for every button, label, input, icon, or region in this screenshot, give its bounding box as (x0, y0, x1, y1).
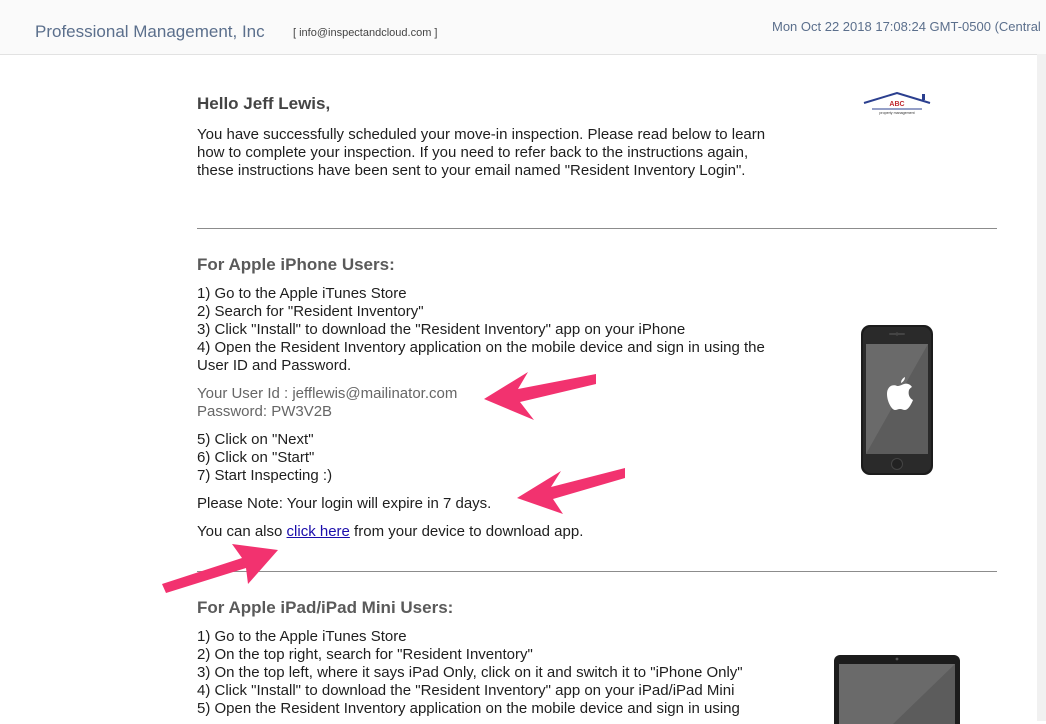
sender-email: [ info@inspectandcloud.com ] (293, 27, 438, 39)
list-item: 3) Click "Install" to download the "Resi… (197, 321, 686, 338)
abc-logo-icon: ABC property management (863, 92, 931, 115)
intro-paragraph: You have successfully scheduled your mov… (197, 126, 766, 179)
password: Password: PW3V2B (197, 403, 333, 420)
sender-name: Professional Management, Inc (35, 22, 265, 41)
ipad-steps: 1) Go to the Apple iTunes Store 2) On th… (197, 628, 797, 718)
iphone-steps: 1) Go to the Apple iTunes Store 2) Searc… (197, 285, 787, 375)
iphone-apple-icon (861, 325, 933, 475)
divider (197, 571, 997, 572)
user-id: Your User Id : jefflewis@mailinator.com (197, 385, 458, 402)
divider (197, 228, 997, 229)
download-suffix: from your device to download app. (349, 523, 584, 540)
list-item: 2) On the top right, search for "Residen… (197, 646, 533, 663)
scrollbar-track[interactable] (1037, 54, 1046, 721)
greeting: Hello Jeff Lewis, (197, 94, 331, 113)
expiry-note: Please Note: Your login will expire in 7… (197, 495, 492, 512)
iphone-steps-continued: 5) Click on "Next" 6) Click on "Start" 7… (197, 431, 332, 485)
logo-subtext: property management (879, 111, 914, 115)
list-item: 7) Start Inspecting :) (197, 467, 333, 484)
list-item: 3) On the top left, where it says iPad O… (197, 664, 743, 681)
annotation-arrow (484, 372, 596, 420)
logo-text: ABC (889, 101, 904, 108)
annotation-arrow (162, 544, 278, 593)
list-item: 6) Click on "Start" (197, 449, 315, 466)
list-item: 4) Click "Install" to download the "Resi… (197, 682, 735, 699)
list-item: 2) Search for "Resident Inventory" (197, 303, 424, 320)
ipad-icon (834, 655, 960, 724)
ipad-section-title: For Apple iPad/iPad Mini Users: (197, 598, 454, 617)
list-item: 1) Go to the Apple iTunes Store (197, 285, 407, 302)
iphone-section-title: For Apple iPhone Users: (197, 255, 395, 274)
list-item: 5) Open the Resident Inventory applicati… (197, 700, 740, 717)
click-here-link[interactable]: click here (287, 523, 350, 540)
annotation-arrow (517, 468, 625, 514)
email-header: Professional Management, Inc [ info@insp… (0, 0, 1046, 55)
list-item: 5) Click on "Next" (197, 431, 314, 448)
email-date: Mon Oct 22 2018 17:08:24 GMT-0500 (Centr… (772, 19, 1041, 34)
list-item: 1) Go to the Apple iTunes Store (197, 628, 407, 645)
